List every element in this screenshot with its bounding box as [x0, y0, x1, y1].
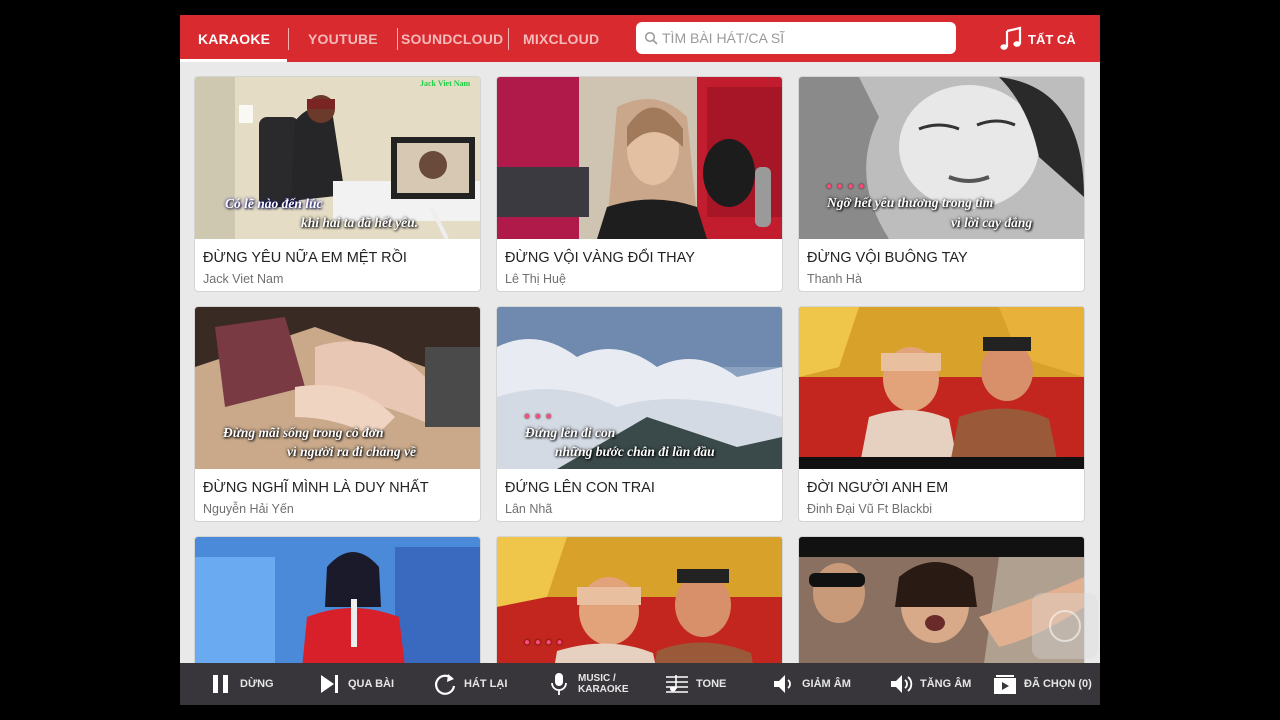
tab-divider: [397, 28, 398, 50]
song-artist: Nguyễn Hải Yến: [203, 502, 294, 516]
lyric-line: Có lẽ nào đến lúc: [225, 196, 323, 211]
song-title: ĐỜI NGƯỜI ANH EM: [807, 480, 949, 496]
control-label: ĐÃ CHỌN (0): [1024, 678, 1092, 690]
playlist-icon: [994, 675, 1016, 694]
control-label: HÁT LẠI: [464, 678, 508, 690]
karaoke-countdown-dots: ● ● ●: [524, 411, 553, 422]
tab-mixcloud[interactable]: MIXCLOUD: [523, 15, 599, 62]
volume-down-button[interactable]: GIẢM ÂM: [770, 663, 851, 705]
song-thumbnail: [799, 307, 1084, 469]
control-label-line: KARAOKE: [578, 684, 629, 695]
control-label: DỪNG: [240, 678, 274, 690]
song-card[interactable]: ● ● ● ● Ngỡ hết yêu thương trong tim vì …: [798, 76, 1085, 292]
filter-label: TẤT CẢ: [1028, 31, 1076, 47]
volume-up-icon: [891, 675, 913, 693]
assistive-touch-button[interactable]: [1032, 593, 1098, 659]
player-control-bar: DỪNG QUA BÀI HÁT LẠI MUSIC / KARAOKE TONE…: [180, 663, 1100, 705]
stop-button[interactable]: DỪNG: [208, 663, 274, 705]
lyric-line: những bước chân đi lần đầu: [555, 444, 715, 459]
karaoke-countdown-dots: ● ● ● ●: [524, 637, 564, 648]
lyric-line: vì người ra đi chẳng về: [287, 444, 416, 459]
song-artist: Lân Nhã: [505, 502, 553, 516]
volume-up-button[interactable]: TĂNG ÂM: [888, 663, 971, 705]
control-label: GIẢM ÂM: [802, 678, 851, 690]
filter-all-button[interactable]: TẤT CẢ: [998, 23, 1076, 55]
song-artist: Jack Viet Nam: [203, 272, 284, 286]
song-card[interactable]: Đừng mãi sống trong cô đơn vì người ra đ…: [194, 306, 481, 522]
lyric-line: Đừng mãi sống trong cô đơn: [223, 425, 384, 440]
song-title: ĐỨNG LÊN CON TRAI: [505, 480, 655, 496]
top-navigation-bar: KARAOKE YOUTUBE SOUNDCLOUD MIXCLOUD TẤT …: [180, 15, 1100, 62]
replay-button[interactable]: HÁT LẠI: [432, 663, 507, 705]
song-card[interactable]: ĐỜI NGƯỜI ANH EM Đinh Đại Vũ Ft Blackbi: [798, 306, 1085, 522]
control-label: MUSIC / KARAOKE: [578, 673, 629, 695]
song-title: ĐỪNG VỘI BUÔNG TAY: [807, 250, 968, 266]
search-input[interactable]: [662, 22, 948, 54]
song-artist: Lê Thị Huệ: [505, 272, 566, 286]
volume-down-icon: [774, 675, 791, 693]
tab-soundcloud[interactable]: SOUNDCLOUD: [401, 15, 503, 62]
song-thumbnail: ● ● ● Đứng lên đi con những bước chân đi…: [497, 307, 782, 469]
tab-divider: [288, 28, 289, 50]
skip-next-icon: [321, 675, 338, 693]
channel-watermark: Jack Viet Nam: [420, 79, 471, 88]
song-grid: Jack Viet Nam Có lẽ nào đến lúc khi hai …: [194, 76, 1088, 705]
tone-icon: [666, 675, 688, 693]
song-thumbnail: [497, 77, 782, 239]
pause-icon: [213, 675, 228, 693]
active-tab-indicator: [180, 59, 287, 62]
tab-youtube[interactable]: YOUTUBE: [308, 15, 378, 62]
lyric-line: Đứng lên đi con: [525, 425, 616, 440]
song-card[interactable]: ĐỪNG VỘI VÀNG ĐỔI THAY Lê Thị Huệ: [496, 76, 783, 292]
song-thumbnail: ● ● ● ● Ngỡ hết yêu thương trong tim vì …: [799, 77, 1084, 239]
search-icon: [644, 31, 658, 45]
tone-button[interactable]: TONE: [664, 663, 726, 705]
song-artist: Thanh Hà: [807, 272, 862, 286]
assistive-touch-icon: [1049, 610, 1081, 642]
microphone-icon: [551, 673, 567, 695]
lyric-line: khi hai ta đã hết yêu.: [301, 215, 419, 230]
control-label-line: MUSIC /: [578, 673, 616, 684]
song-title: ĐỪNG VỘI VÀNG ĐỔI THAY: [505, 250, 695, 266]
song-card[interactable]: ● ● ● Đứng lên đi con những bước chân đi…: [496, 306, 783, 522]
song-artist: Đinh Đại Vũ Ft Blackbi: [807, 502, 933, 516]
song-thumbnail: Đừng mãi sống trong cô đơn vì người ra đ…: [195, 307, 480, 469]
control-label: QUA BÀI: [348, 678, 395, 690]
song-card[interactable]: Jack Viet Nam Có lẽ nào đến lúc khi hai …: [194, 76, 481, 292]
control-label: TĂNG ÂM: [920, 678, 972, 690]
tab-karaoke[interactable]: KARAOKE: [198, 15, 270, 62]
song-title: ĐỪNG NGHĨ MÌNH LÀ DUY NHẤT: [203, 480, 429, 496]
control-label: TONE: [696, 678, 727, 690]
music-note-icon: [1000, 26, 1022, 50]
lyric-line: vì lời cay đắng: [951, 215, 1033, 230]
song-thumbnail: Jack Viet Nam Có lẽ nào đến lúc khi hai …: [195, 77, 480, 239]
karaoke-countdown-dots: ● ● ● ●: [826, 181, 866, 192]
karaoke-app: KARAOKE YOUTUBE SOUNDCLOUD MIXCLOUD TẤT …: [180, 15, 1100, 705]
replay-icon: [434, 674, 456, 695]
search-box[interactable]: [636, 22, 956, 54]
music-karaoke-toggle[interactable]: MUSIC / KARAOKE: [546, 663, 629, 705]
selected-songs-button[interactable]: ĐÃ CHỌN (0): [992, 663, 1092, 705]
lyric-line: Ngỡ hết yêu thương trong tim: [827, 195, 994, 210]
song-title: ĐỪNG YÊU NỮA EM MỆT RỒI: [203, 250, 407, 266]
skip-song-button[interactable]: QUA BÀI: [316, 663, 394, 705]
tab-divider: [508, 28, 509, 50]
